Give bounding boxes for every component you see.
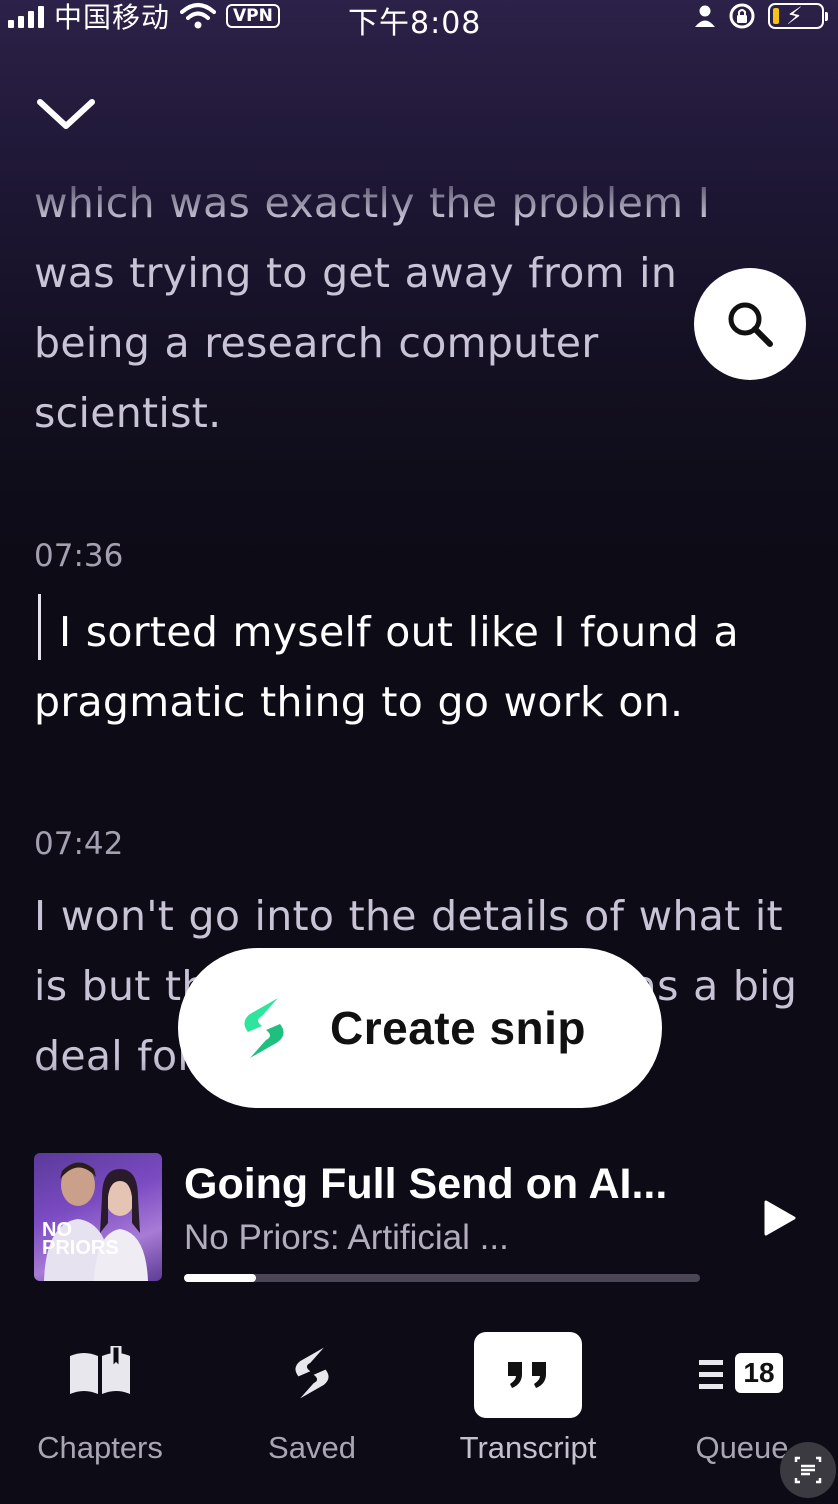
tab-saved[interactable]: Saved	[212, 1310, 412, 1490]
status-time: 下午8:08	[348, 6, 482, 41]
mini-player[interactable]: NO PRIORS Going Full Send on AI... No Pr…	[0, 1140, 838, 1300]
tab-transcript[interactable]: Transcript	[428, 1310, 628, 1490]
search-icon	[728, 302, 773, 347]
artwork-portraits	[44, 1162, 148, 1281]
signal-icon	[8, 4, 44, 28]
list-icon	[699, 1360, 723, 1389]
status-bar: 中国移动 VPN 下午8:08 ⚡	[0, 0, 838, 41]
book-icon	[70, 1346, 130, 1394]
text-scan-button[interactable]	[780, 1442, 836, 1498]
chevron-down-icon[interactable]	[34, 90, 98, 138]
transcript-segment-text: which was exactly the problem I was tryi…	[34, 179, 711, 437]
transcript-segment-active: I sorted myself out like I found a pragm…	[34, 594, 794, 737]
tab-chapters-label: Chapters	[37, 1430, 163, 1465]
scan-text-icon	[794, 1456, 822, 1484]
artwork-text: NO PRIORS	[42, 1219, 119, 1259]
create-snip-button[interactable]: Create snip	[178, 948, 662, 1108]
podcast-artwork[interactable]: NO PRIORS	[34, 1153, 162, 1281]
text-cursor	[34, 594, 45, 660]
tab-chapters[interactable]: Chapters	[0, 1310, 200, 1490]
rotation-lock-icon	[729, 3, 755, 29]
play-icon[interactable]	[756, 1196, 800, 1240]
person-icon	[695, 5, 715, 27]
queue-count-badge: 18	[735, 1353, 783, 1393]
progress-bar[interactable]	[184, 1274, 700, 1282]
tab-transcript-label: Transcript	[459, 1430, 597, 1465]
snip-logo-icon	[295, 1347, 329, 1399]
snip-logo-icon	[244, 998, 284, 1058]
quote-icon	[508, 1362, 546, 1388]
transcript-segment-text: I sorted myself out like I found a pragm…	[34, 608, 739, 726]
search-button[interactable]	[694, 268, 806, 380]
carrier-name: 中国移动	[54, 1, 171, 34]
tab-saved-label: Saved	[268, 1430, 356, 1465]
transcript-timestamp[interactable]: 07:36	[34, 536, 123, 576]
episode-title[interactable]: Going Full Send on AI...	[184, 1158, 667, 1210]
bottom-nav: Chapters Saved Transcript 18 Queue	[0, 1310, 838, 1504]
battery-icon: ⚡	[768, 2, 828, 30]
create-snip-label: Create snip	[330, 1002, 587, 1054]
vpn-badge: VPN	[226, 4, 280, 28]
show-name[interactable]: No Priors: Artificial ...	[184, 1216, 509, 1260]
queue-icon: 18	[697, 1353, 787, 1398]
progress-fill	[184, 1274, 257, 1282]
tab-transcript-highlight	[474, 1332, 582, 1418]
wifi-icon	[180, 3, 217, 29]
transcript-timestamp[interactable]: 07:42	[34, 824, 123, 864]
